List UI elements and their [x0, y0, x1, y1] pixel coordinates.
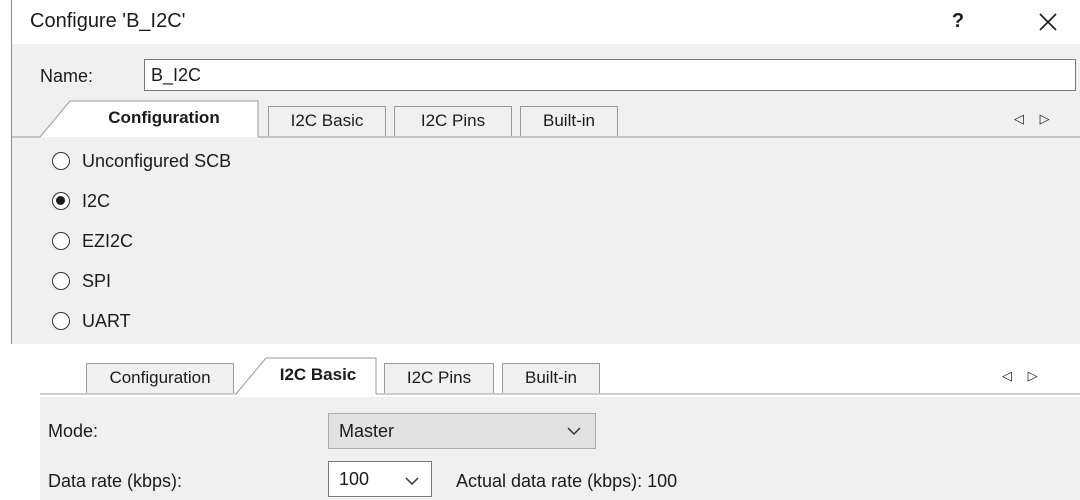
tab-scroll-arrows-icon[interactable]: ◁ ▷ [1014, 111, 1056, 127]
configure-dialog: Configure 'B_I2C' ? Name: Configuration … [11, 0, 1080, 344]
mode-select[interactable]: Master [328, 413, 596, 449]
mode-value: Master [339, 421, 395, 441]
radio-button[interactable] [52, 272, 70, 290]
radio-button[interactable] [52, 152, 70, 170]
name-label: Name: [40, 66, 94, 86]
configuration-content: Unconfigured SCB I2C EZI2C SPI UART [12, 138, 1080, 344]
tab-i2c-pins[interactable]: I2C Pins [394, 106, 512, 136]
name-input[interactable] [144, 59, 1076, 91]
data-rate-label: Data rate (kbps): [48, 471, 183, 491]
radio-spi[interactable]: SPI [52, 266, 111, 296]
tab-configuration[interactable]: Configuration [70, 100, 258, 138]
close-icon [1039, 13, 1057, 31]
chevron-down-icon [405, 477, 419, 486]
radio-i2c[interactable]: I2C [52, 186, 110, 216]
i2c-basic-panel: Configuration I2C Basic I2C Pins Built-i… [40, 357, 1080, 500]
tab-i2c-pins[interactable]: I2C Pins [384, 363, 494, 393]
data-rate-combobox[interactable]: 100 [328, 461, 432, 497]
chevron-down-icon [567, 427, 581, 436]
tab-i2c-basic[interactable]: I2C Basic [260, 357, 376, 395]
title-bar: Configure 'B_I2C' ? [12, 0, 1080, 44]
tab-i2c-basic[interactable]: I2C Basic [268, 106, 386, 136]
bottom-tab-strip: Configuration I2C Basic I2C Pins Built-i… [40, 357, 1080, 397]
data-rate-value: 100 [339, 469, 370, 489]
tab-scroll-arrows-icon[interactable]: ◁ ▷ [1002, 368, 1044, 384]
dialog-title: Configure 'B_I2C' [30, 10, 186, 32]
actual-data-rate-text: Actual data rate (kbps): 100 [456, 471, 678, 491]
close-button[interactable] [1028, 6, 1068, 38]
radio-ezi2c[interactable]: EZI2C [52, 226, 133, 256]
radio-unconfigured-scb[interactable]: Unconfigured SCB [52, 146, 231, 176]
radio-label: EZI2C [82, 230, 134, 251]
radio-uart[interactable]: UART [52, 306, 131, 336]
top-tab-strip: Configuration I2C Basic I2C Pins Built-i… [12, 100, 1080, 140]
radio-button[interactable] [52, 232, 70, 250]
tab-built-in[interactable]: Built-in [502, 363, 600, 393]
radio-label: SPI [82, 270, 112, 291]
tab-configuration[interactable]: Configuration [86, 363, 234, 393]
radio-button[interactable] [52, 312, 70, 330]
mode-label: Mode: [48, 421, 99, 441]
tab-built-in[interactable]: Built-in [520, 106, 618, 136]
radio-label: UART [82, 310, 131, 331]
radio-label: Unconfigured SCB [82, 150, 232, 171]
radio-label: I2C [82, 190, 111, 211]
radio-button[interactable] [52, 192, 70, 210]
help-button[interactable]: ? [938, 6, 978, 38]
